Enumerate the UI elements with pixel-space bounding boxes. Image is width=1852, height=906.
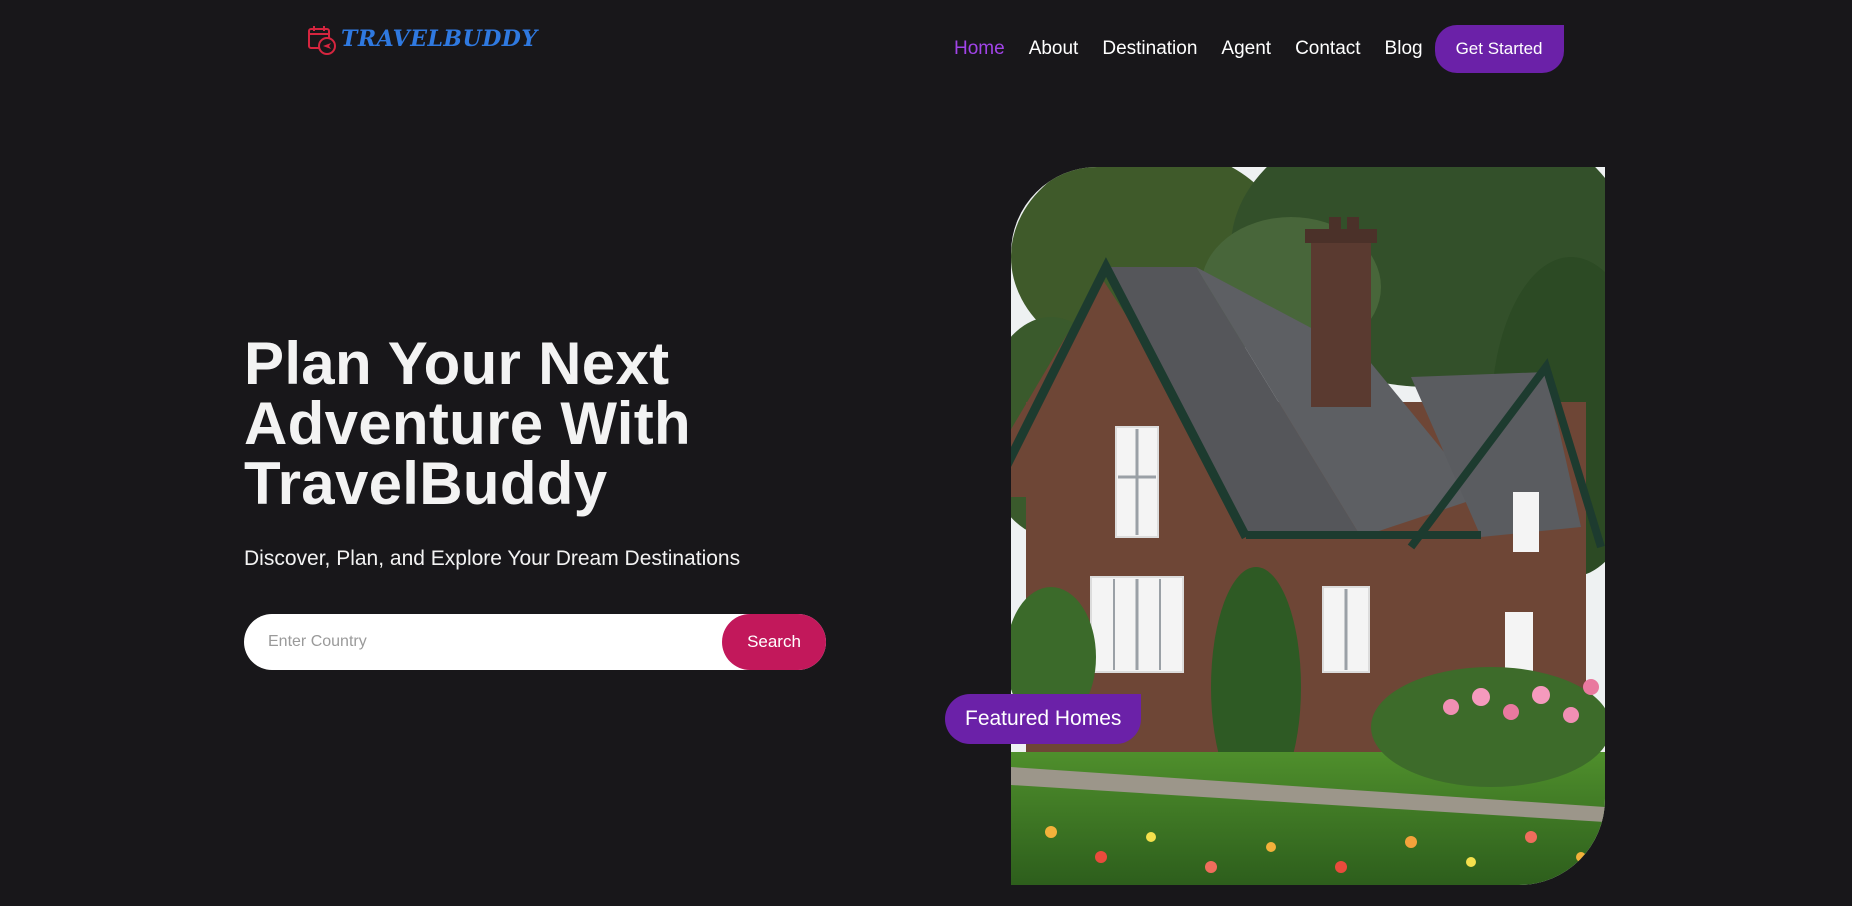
featured-home-image (1011, 167, 1605, 885)
nav-blog[interactable]: Blog (1385, 38, 1423, 60)
search-bar: Search (244, 614, 826, 670)
hero-title-line: TravelBuddy (244, 450, 608, 517)
nav-destination[interactable]: Destination (1102, 38, 1197, 60)
search-button[interactable]: Search (722, 614, 826, 670)
nav-contact[interactable]: Contact (1295, 38, 1360, 60)
nav-agent[interactable]: Agent (1221, 38, 1271, 60)
country-search-input[interactable] (244, 614, 722, 670)
brand-logo[interactable]: TRAVELBUDDY (307, 22, 538, 56)
main-nav: Home About Destination Agent Contact Blo… (954, 25, 1564, 73)
brand-name: TRAVELBUDDY (341, 26, 538, 52)
featured-homes-badge[interactable]: Featured Homes (945, 694, 1142, 744)
calendar-plane-icon (308, 26, 336, 55)
hero-title-line: Adventure With (244, 390, 691, 457)
house-illustration (1011, 167, 1605, 885)
nav-home[interactable]: Home (954, 38, 1005, 60)
nav-about[interactable]: About (1029, 38, 1079, 60)
get-started-button[interactable]: Get Started (1434, 25, 1564, 73)
hero-subtitle: Discover, Plan, and Explore Your Dream D… (244, 547, 741, 570)
hero-title-line: Plan Your Next (244, 330, 670, 397)
hero-title: Plan Your Next Adventure With TravelBudd… (244, 334, 804, 514)
